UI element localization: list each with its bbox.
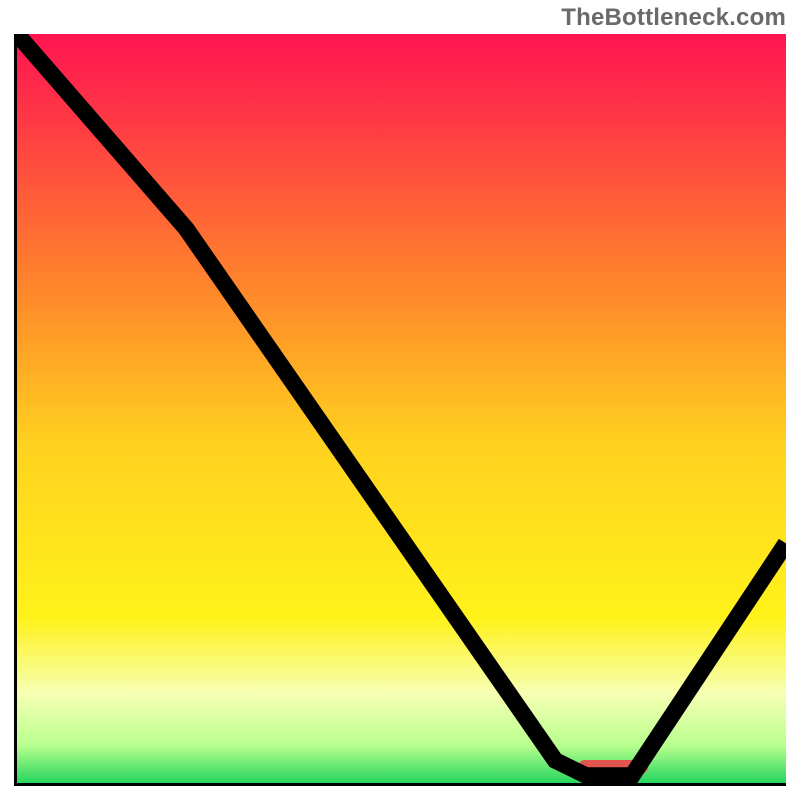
watermark-text: TheBottleneck.com [561,4,786,32]
chart-canvas: TheBottleneck.com [0,0,800,800]
curve-path [17,34,786,776]
plot-area [14,34,786,786]
bottleneck-curve [17,34,786,783]
